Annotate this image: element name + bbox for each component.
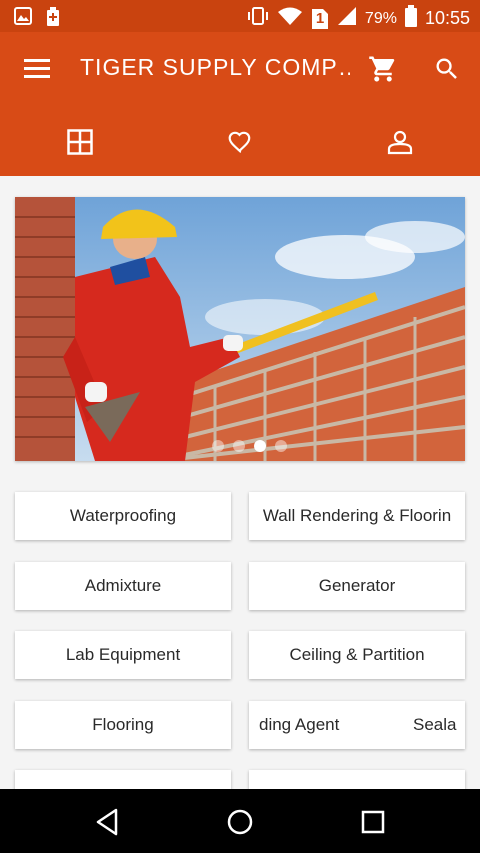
category-flooring[interactable]: Flooring (15, 701, 231, 749)
cart-icon[interactable] (368, 54, 398, 89)
home-icon[interactable] (223, 805, 257, 839)
category-label: ding Agent (259, 715, 340, 734)
menu-icon[interactable] (24, 59, 50, 79)
category-ceiling-partition[interactable]: Ceiling & Partition (249, 631, 465, 679)
carousel-dot[interactable] (212, 440, 224, 452)
heart-icon (226, 129, 254, 160)
battery-percent: 79% (364, 9, 397, 27)
category-label: Flooring (92, 715, 154, 734)
tab-underline-track (0, 176, 480, 182)
category-wall-rendering[interactable]: Wall Rendering & Floorin (249, 492, 465, 540)
category-label: Waterproofing (69, 506, 177, 525)
person-icon (387, 129, 413, 160)
signal-icon (337, 6, 357, 31)
clock: 10:55 (424, 8, 470, 28)
banner-image (15, 197, 465, 461)
category-label: Ceiling & Partition (289, 645, 425, 664)
search-icon[interactable] (433, 55, 461, 88)
carousel-indicators (212, 440, 287, 452)
category-scrolling-item[interactable]: ding Agent Seala (249, 701, 465, 749)
back-icon[interactable] (90, 805, 124, 839)
system-nav-bar (0, 789, 480, 853)
category-label: Lab Equipment (65, 645, 181, 664)
app-title: TIGER SUPPLY COMP… (80, 54, 350, 80)
tab-bar (0, 106, 480, 182)
sim-slot-label: 1 (315, 9, 325, 27)
grid-icon (67, 128, 93, 160)
carousel-dot[interactable] (233, 440, 245, 452)
tab-profile[interactable] (320, 106, 480, 182)
carousel-dot-active[interactable] (254, 440, 266, 452)
battery-saver-icon (46, 7, 60, 32)
category-generator[interactable]: Generator (249, 562, 465, 610)
wifi-icon (277, 6, 303, 31)
tab-categories[interactable] (0, 106, 160, 182)
category-label-next: Seala (413, 715, 457, 734)
category-label: Generator (318, 576, 396, 595)
battery-icon (404, 5, 417, 32)
recents-icon[interactable] (356, 805, 390, 839)
carousel-dot[interactable] (275, 440, 287, 452)
tab-favorites[interactable] (160, 106, 320, 182)
category-label: Wall Rendering & Floorin (262, 506, 452, 525)
category-admixture[interactable]: Admixture (15, 562, 231, 610)
status-bar: 1 79% 10:55 (0, 0, 480, 32)
gallery-icon (14, 7, 32, 32)
category-label: Admixture (84, 576, 162, 595)
banner-carousel[interactable] (15, 197, 465, 461)
app-bar: TIGER SUPPLY COMP… (0, 32, 480, 106)
category-lab-equipment[interactable]: Lab Equipment (15, 631, 231, 679)
sim-icon: 1 (311, 8, 329, 30)
category-waterproofing[interactable]: Waterproofing (15, 492, 231, 540)
vibrate-icon (247, 6, 269, 31)
